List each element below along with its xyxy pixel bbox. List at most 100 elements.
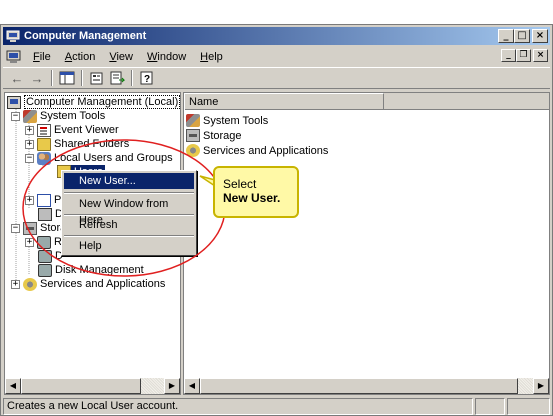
shared-folders-icon	[37, 137, 51, 151]
back-arrow-icon[interactable]: ←	[7, 69, 27, 87]
close-button[interactable]: ×	[532, 29, 548, 43]
collapse-toggle[interactable]: −	[25, 153, 34, 163]
system-tools-icon	[186, 114, 200, 127]
properties-icon[interactable]	[87, 69, 107, 87]
minimize-button[interactable]: _	[498, 29, 514, 43]
list-item-label: System Tools	[203, 114, 269, 127]
expand-toggle[interactable]: +	[25, 139, 34, 149]
column-header-name[interactable]: Name	[184, 93, 384, 110]
list-header: Name	[184, 93, 549, 110]
users-group-icon	[37, 151, 51, 165]
context-menu: New User... New Window from Here Refresh…	[61, 170, 197, 256]
storage-icon	[23, 221, 37, 235]
collapse-toggle[interactable]: −	[11, 223, 20, 233]
tree-node-label: Shared Folders	[54, 138, 130, 150]
tree-node-removable-storage[interactable]: + R	[25, 235, 62, 249]
export-list-icon[interactable]	[107, 69, 127, 87]
scroll-right-button[interactable]: ▶	[164, 378, 180, 394]
menu-separator	[64, 192, 194, 194]
svg-text:?: ?	[144, 74, 150, 85]
status-bar: Creates a new Local User account.	[3, 398, 550, 415]
menu-window[interactable]: Window	[140, 51, 193, 63]
list-item-system-tools[interactable]: System Tools	[186, 113, 268, 128]
list-item-services-apps[interactable]: Services and Applications	[186, 143, 328, 158]
menu-item-refresh[interactable]: Refresh	[64, 217, 194, 233]
list-item-label: Storage	[203, 129, 242, 142]
details-horizontal-scrollbar[interactable]: ◀ ▶	[184, 378, 549, 394]
mdi-minimize-button[interactable]: _	[501, 49, 516, 62]
mdi-restore-button[interactable]: ❐	[516, 49, 531, 62]
scroll-thumb[interactable]	[200, 378, 518, 394]
menu-item-help[interactable]: Help	[64, 238, 194, 254]
device-manager-icon	[38, 207, 52, 221]
performance-icon	[37, 193, 51, 207]
list-item-storage[interactable]: Storage	[186, 128, 242, 143]
computer-management-icon	[6, 30, 20, 42]
tree-node-disk-management[interactable]: Disk Management	[38, 263, 144, 277]
tree-node-performance[interactable]: + P	[25, 193, 61, 207]
scroll-right-button[interactable]: ▶	[533, 378, 549, 394]
defragmenter-icon	[38, 249, 52, 263]
tree-node-defragmenter[interactable]: D	[38, 249, 63, 263]
tree-node-shared-folders[interactable]: + Shared Folders	[25, 137, 129, 151]
event-viewer-icon	[37, 123, 51, 137]
expand-toggle[interactable]: +	[11, 279, 20, 289]
status-panel	[507, 398, 550, 415]
tree-node-label: Services and Applications	[40, 278, 166, 290]
title-bar[interactable]: Computer Management _ □ ×	[3, 27, 550, 45]
services-icon	[23, 277, 37, 291]
collapse-toggle[interactable]: −	[11, 111, 20, 121]
menu-view[interactable]: View	[102, 51, 140, 63]
services-icon	[186, 144, 200, 157]
tree-node-system-tools[interactable]: − System Tools	[11, 109, 105, 123]
menu-separator	[64, 235, 194, 237]
tree-node-event-viewer[interactable]: + Event Viewer	[25, 123, 119, 137]
instruction-callout: Select New User.	[213, 166, 299, 218]
list-item-label: Services and Applications	[203, 144, 329, 157]
details-pane[interactable]: Name System Tools Storage Services and A…	[183, 92, 550, 395]
status-panel	[475, 398, 505, 415]
menu-bar: File Action View Window Help _ ❐ ×	[3, 47, 550, 66]
menu-separator	[64, 214, 194, 216]
expand-toggle[interactable]: +	[25, 195, 34, 205]
toolbar-separator	[131, 70, 133, 86]
mdi-close-button[interactable]: ×	[533, 49, 548, 62]
tree-node-label: Event Viewer	[54, 124, 119, 136]
computer-icon	[7, 95, 21, 109]
disk-management-icon	[38, 263, 52, 277]
tree-horizontal-scrollbar[interactable]: ◀ ▶	[5, 378, 180, 394]
tree-node-local-users-groups[interactable]: − Local Users and Groups	[25, 151, 173, 165]
storage-icon	[186, 129, 200, 142]
toolbar: ← → ?	[3, 67, 550, 89]
tree-node-root[interactable]: Computer Management (Local)	[7, 95, 180, 109]
tree-node-label: Disk Management	[55, 264, 144, 276]
top-band	[0, 0, 553, 24]
callout-line-1: Select	[223, 177, 257, 191]
tree-node-label: Computer Management (Local)	[24, 95, 180, 109]
expand-toggle[interactable]: +	[25, 237, 34, 247]
callout-line-2: New User.	[223, 191, 281, 205]
status-text: Creates a new Local User account.	[3, 398, 473, 415]
system-menu-icon[interactable]	[6, 50, 22, 64]
menu-help[interactable]: Help	[193, 51, 230, 63]
tree-node-services-apps[interactable]: + Services and Applications	[11, 277, 165, 291]
removable-storage-icon	[37, 235, 51, 249]
system-tools-icon	[23, 109, 37, 123]
toolbar-separator	[81, 70, 83, 86]
tree-node-device-manager[interactable]: D	[38, 207, 63, 221]
scroll-left-button[interactable]: ◀	[184, 378, 200, 394]
menu-file[interactable]: File	[26, 51, 58, 63]
maximize-button[interactable]: □	[514, 29, 530, 43]
help-icon[interactable]: ?	[137, 69, 157, 87]
menu-action[interactable]: Action	[58, 51, 103, 63]
tree-node-label: System Tools	[40, 110, 106, 122]
scroll-thumb[interactable]	[21, 378, 141, 394]
show-hide-tree-icon[interactable]	[57, 69, 77, 87]
tree-node-label: Local Users and Groups	[54, 152, 173, 164]
window-title: Computer Management	[24, 30, 147, 42]
menu-item-new-user[interactable]: New User...	[64, 173, 194, 189]
menu-item-new-window[interactable]: New Window from Here	[64, 196, 194, 226]
expand-toggle[interactable]: +	[25, 125, 34, 135]
forward-arrow-icon[interactable]: →	[27, 69, 47, 87]
scroll-left-button[interactable]: ◀	[5, 378, 21, 394]
